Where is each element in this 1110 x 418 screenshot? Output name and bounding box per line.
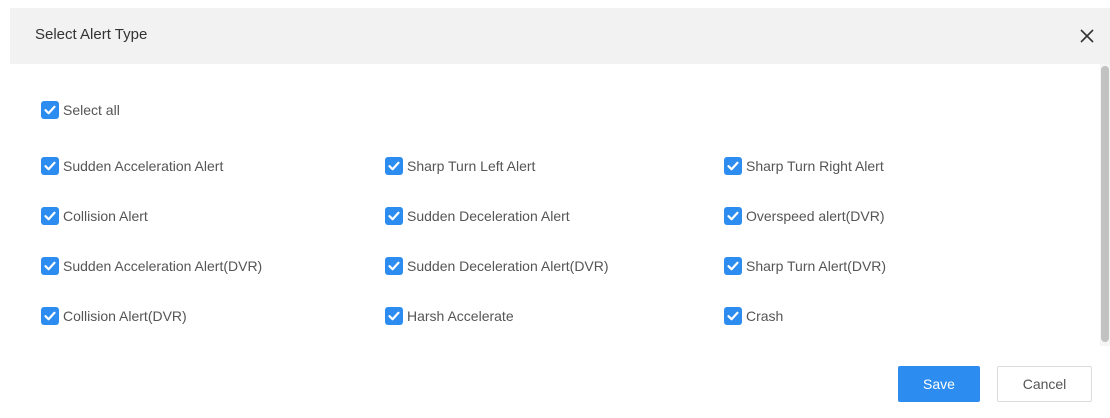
dialog-header: Select Alert Type	[10, 8, 1110, 64]
checkbox-label: Sharp Turn Right Alert	[746, 158, 884, 174]
cancel-button[interactable]: Cancel	[997, 366, 1092, 402]
alert-checkbox-sudden-deceleration[interactable]: Sudden Deceleration Alert	[385, 206, 570, 226]
alert-checkbox-sudden-acceleration-dvr[interactable]: Sudden Acceleration Alert(DVR)	[41, 256, 262, 276]
checkbox-label: Overspeed alert(DVR)	[746, 208, 885, 224]
dialog-footer: Save Cancel	[10, 346, 1110, 418]
dialog-body: Select all Sudden Acceleration Alert Sha…	[10, 64, 1110, 346]
checkbox-label: Sudden Acceleration Alert(DVR)	[63, 258, 263, 274]
select-all-checkbox[interactable]: Select all	[41, 100, 120, 120]
checkbox-label: Sudden Deceleration Alert(DVR)	[407, 258, 609, 274]
checkbox-checked-icon	[385, 307, 403, 325]
checkbox-label: Harsh Accelerate	[407, 308, 514, 324]
alert-checkbox-sudden-deceleration-dvr[interactable]: Sudden Deceleration Alert(DVR)	[385, 256, 609, 276]
checkbox-checked-icon	[724, 207, 742, 225]
select-all-label: Select all	[63, 102, 120, 118]
checkbox-checked-icon	[41, 307, 59, 325]
checkbox-checked-icon	[724, 257, 742, 275]
checkbox-label: Sudden Deceleration Alert	[407, 208, 570, 224]
save-button[interactable]: Save	[898, 366, 980, 402]
checkbox-checked-icon	[724, 157, 742, 175]
alert-checkbox-sharp-turn-right[interactable]: Sharp Turn Right Alert	[724, 156, 884, 176]
checkbox-checked-icon	[41, 157, 59, 175]
close-button[interactable]	[1076, 25, 1098, 47]
scrollbar-thumb[interactable]	[1101, 66, 1109, 342]
checkbox-label: Collision Alert(DVR)	[63, 308, 187, 324]
checkbox-checked-icon	[385, 207, 403, 225]
checkbox-checked-icon	[41, 207, 59, 225]
dialog-title: Select Alert Type	[35, 26, 148, 43]
alert-checkbox-overspeed-dvr[interactable]: Overspeed alert(DVR)	[724, 206, 885, 226]
checkbox-label: Crash	[746, 308, 784, 324]
checkbox-checked-icon	[41, 101, 59, 119]
checkbox-label: Collision Alert	[63, 208, 148, 224]
checkbox-label: Sharp Turn Left Alert	[407, 158, 536, 174]
checkbox-checked-icon	[385, 257, 403, 275]
alert-checkbox-sudden-acceleration[interactable]: Sudden Acceleration Alert	[41, 156, 223, 176]
checkbox-label: Sudden Acceleration Alert	[63, 158, 224, 174]
alert-checkbox-crash[interactable]: Crash	[724, 306, 783, 326]
alert-checkbox-collision[interactable]: Collision Alert	[41, 206, 148, 226]
select-alert-type-dialog: Select Alert Type Select all Sudden Acce…	[0, 0, 1110, 418]
alert-checkbox-collision-dvr[interactable]: Collision Alert(DVR)	[41, 306, 187, 326]
vertical-scrollbar[interactable]	[1100, 64, 1110, 346]
checkbox-label: Sharp Turn Alert(DVR)	[746, 258, 887, 274]
checkbox-checked-icon	[724, 307, 742, 325]
alert-checkbox-sharp-turn-left[interactable]: Sharp Turn Left Alert	[385, 156, 535, 176]
alert-checkbox-harsh-accelerate[interactable]: Harsh Accelerate	[385, 306, 514, 326]
alert-checkbox-sharp-turn-dvr[interactable]: Sharp Turn Alert(DVR)	[724, 256, 886, 276]
checkbox-checked-icon	[41, 257, 59, 275]
checkbox-checked-icon	[385, 157, 403, 175]
close-icon	[1080, 29, 1094, 43]
